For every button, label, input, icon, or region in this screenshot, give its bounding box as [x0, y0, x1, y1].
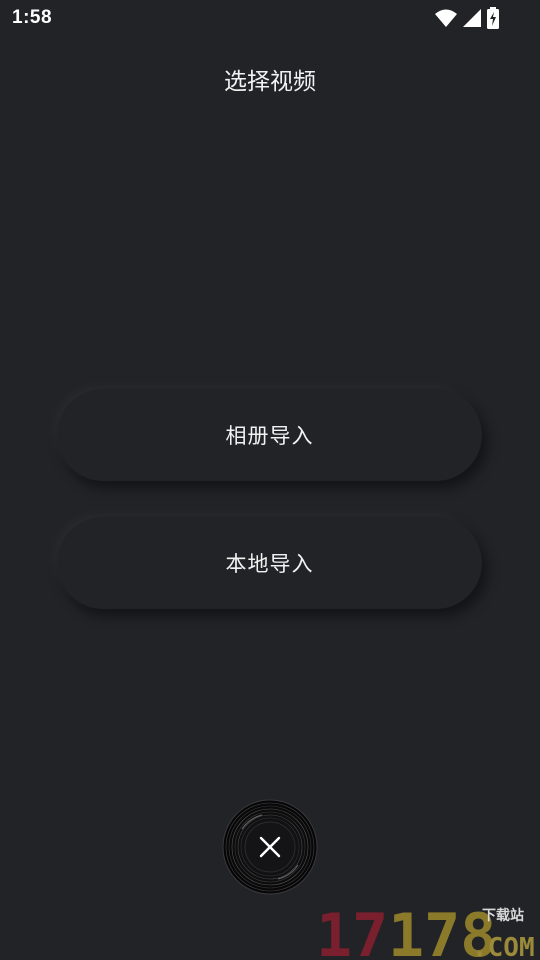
close-button[interactable]	[222, 799, 318, 895]
cellular-signal-icon	[462, 8, 482, 28]
status-time: 1:58	[12, 7, 53, 28]
album-import-label: 相册导入	[225, 424, 314, 448]
local-import-label: 本地导入	[225, 552, 314, 576]
album-import-button[interactable]: 相册导入	[57, 389, 482, 481]
battery-charging-icon	[486, 7, 500, 29]
local-import-button[interactable]: 本地导入	[57, 517, 482, 609]
watermark-17: 17	[316, 901, 388, 960]
watermark-tagline: 下载站	[482, 907, 524, 924]
page-title: 选择视频	[224, 69, 316, 95]
status-bar: 1:58	[0, 0, 540, 38]
watermark-logo: 17 178 .COM 下载站	[316, 898, 540, 960]
wifi-icon	[434, 8, 458, 28]
watermark-domain: .COM	[472, 933, 535, 960]
status-icons	[434, 7, 500, 29]
